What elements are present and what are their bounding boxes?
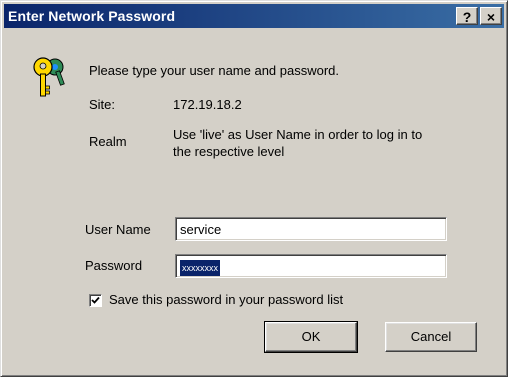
password-value: xxxxxxxx [180, 260, 220, 276]
username-label: User Name [85, 222, 151, 237]
keys-icon [33, 57, 65, 97]
save-password-checkbox[interactable] [89, 294, 102, 307]
cancel-button[interactable]: Cancel [385, 322, 477, 352]
title-bar[interactable]: Enter Network Password ? × [4, 4, 504, 28]
username-value: service [180, 222, 222, 237]
close-button[interactable]: × [480, 7, 502, 25]
username-field[interactable]: service [175, 217, 447, 241]
ok-button[interactable]: OK [264, 321, 358, 353]
network-password-dialog: Enter Network Password ? × Please type y… [0, 0, 508, 377]
site-label: Site: [89, 97, 116, 112]
window-title: Enter Network Password [8, 8, 176, 24]
password-field[interactable]: xxxxxxxx [175, 254, 447, 278]
realm-value-line2: the respective level [173, 144, 285, 159]
help-button[interactable]: ? [456, 7, 478, 25]
checkmark-icon [91, 296, 100, 304]
save-password-label[interactable]: Save this password in your password list [109, 292, 343, 307]
realm-label: Realm [89, 134, 127, 149]
password-label: Password [85, 258, 143, 273]
realm-value-line1: Use 'live' as User Name in order to log … [173, 127, 423, 142]
prompt-text: Please type your user name and password. [89, 63, 340, 78]
site-value: 172.19.18.2 [173, 97, 242, 112]
